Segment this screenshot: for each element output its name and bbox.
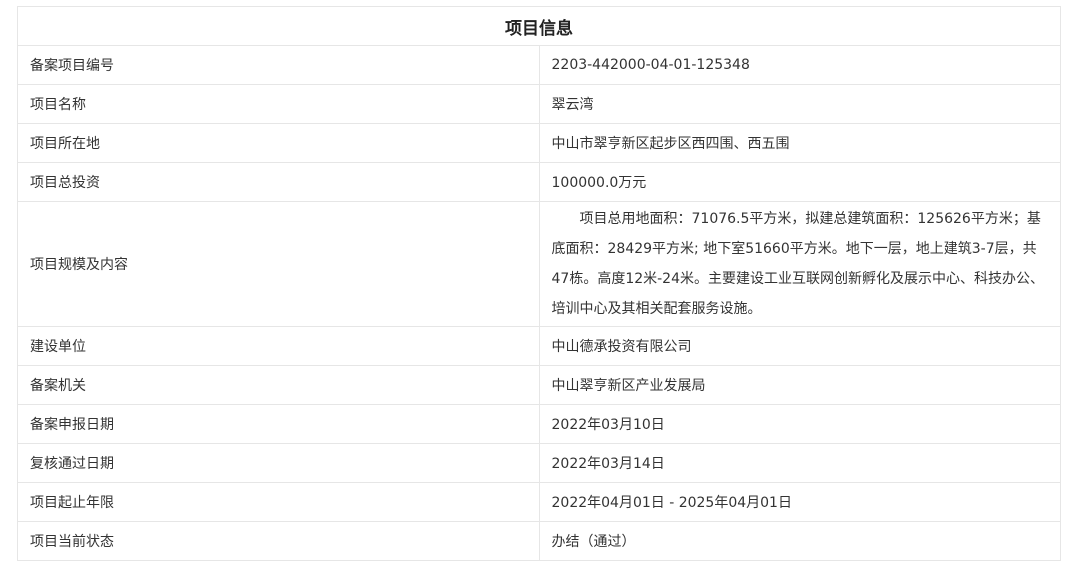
row-value: 2203-442000-04-01-125348 (538, 45, 1061, 85)
row-value: 翠云湾 (538, 84, 1061, 124)
row-label: 项目规模及内容 (17, 201, 540, 327)
row-value: 100000.0万元 (538, 162, 1061, 202)
row-label: 备案机关 (17, 365, 540, 405)
row-label: 建设单位 (17, 326, 540, 366)
table-row-review-date: 复核通过日期 2022年03月14日 (17, 443, 1061, 483)
row-value: 中山市翠亨新区起步区西四围、西五围 (538, 123, 1061, 163)
row-label: 项目总投资 (17, 162, 540, 202)
table-title: 项目信息 (17, 6, 1061, 46)
project-info-panel: 项目信息 备案项目编号 2203-442000-04-01-125348 项目名… (17, 6, 1061, 561)
row-label: 项目名称 (17, 84, 540, 124)
row-value: 项目总用地面积：71076.5平方米，拟建总建筑面积：125626平方米；基底面… (551, 211, 1045, 317)
row-value: 2022年03月10日 (538, 404, 1061, 444)
table-row-construction-unit: 建设单位 中山德承投资有限公司 (17, 326, 1061, 366)
table-row-status: 项目当前状态 办结（通过） (17, 521, 1061, 561)
table-row-total-investment: 项目总投资 100000.0万元 (17, 162, 1061, 202)
row-label: 备案项目编号 (17, 45, 540, 85)
row-value: 2022年04月01日 - 2025年04月01日 (538, 482, 1061, 522)
row-label: 备案申报日期 (17, 404, 540, 444)
table-row-project-name: 项目名称 翠云湾 (17, 84, 1061, 124)
row-label: 项目起止年限 (17, 482, 540, 522)
table-row-filing-number: 备案项目编号 2203-442000-04-01-125348 (17, 45, 1061, 85)
table-header-row: 项目信息 (17, 6, 1061, 46)
table-row-scale-content: 项目规模及内容 项目总用地面积：71076.5平方米，拟建总建筑面积：12562… (17, 201, 1061, 327)
table-row-filing-date: 备案申报日期 2022年03月10日 (17, 404, 1061, 444)
project-info-table: 项目信息 备案项目编号 2203-442000-04-01-125348 项目名… (17, 6, 1061, 561)
row-label: 项目所在地 (17, 123, 540, 163)
row-value: 中山翠亨新区产业发展局 (538, 365, 1061, 405)
row-value: 中山德承投资有限公司 (538, 326, 1061, 366)
table-row-location: 项目所在地 中山市翠亨新区起步区西四围、西五围 (17, 123, 1061, 163)
row-label: 复核通过日期 (17, 443, 540, 483)
row-value: 办结（通过） (538, 521, 1061, 561)
row-value: 2022年03月14日 (538, 443, 1061, 483)
table-row-period: 项目起止年限 2022年04月01日 - 2025年04月01日 (17, 482, 1061, 522)
row-label: 项目当前状态 (17, 521, 540, 561)
table-row-filing-authority: 备案机关 中山翠亨新区产业发展局 (17, 365, 1061, 405)
